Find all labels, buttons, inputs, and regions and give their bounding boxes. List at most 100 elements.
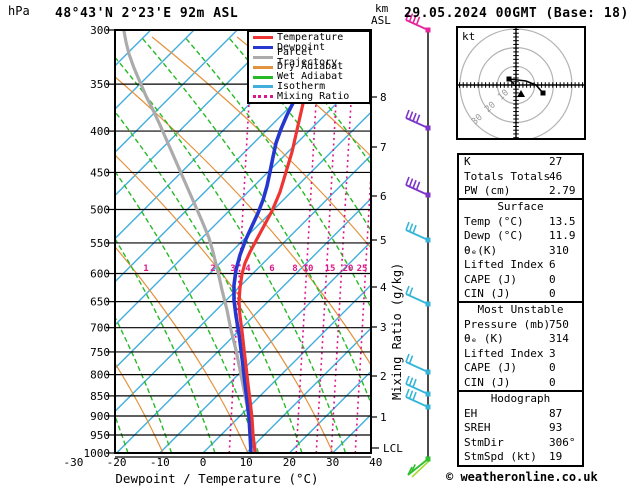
panel-row-label: EH — [464, 406, 478, 420]
pressure-tick-label: 400 — [90, 125, 110, 138]
wind-barb — [405, 375, 431, 397]
panel-row: CAPE (J) 0 — [459, 273, 582, 288]
pressure-tick-label: 450 — [90, 166, 110, 179]
panel-row-label: Lifted Index — [464, 258, 544, 271]
barb-level-marker — [425, 301, 431, 307]
panel-row-value: 0 — [549, 272, 556, 286]
panel-row: θₑ(K) 310 — [459, 244, 582, 259]
km-tick-label: 3 — [380, 321, 387, 334]
panel-surface: Surface Temp (°C) 13.5 Dewp (°C) 11.9 θₑ(K) 31… — [457, 198, 584, 304]
isotherm-line — [115, 30, 152, 67]
wind-barb — [407, 456, 431, 478]
lcl-label: LCL — [383, 442, 403, 455]
panel-row: Lifted Index 3 — [459, 347, 582, 362]
barb-level-marker — [425, 237, 431, 243]
mixing-ratio-value-label: 8 — [292, 264, 297, 274]
wind-barb — [405, 353, 431, 375]
km-tick-label: 6 — [380, 190, 387, 203]
panel-header: Hodograph — [490, 392, 551, 405]
wet-adiabat-line — [0, 37, 41, 453]
panel-row-label: PW (cm) — [464, 184, 511, 197]
hodograph-marker — [540, 90, 546, 96]
pressure-tick-label: 300 — [90, 24, 110, 37]
barb-level-marker — [425, 456, 431, 462]
panel-row-value: 27 — [549, 155, 563, 168]
panel-row: Lifted Index 6 — [459, 258, 582, 273]
wind-barb — [405, 176, 431, 198]
panel-row: Dewp (°C) 11.9 — [459, 229, 582, 244]
panel-row-value: 6 — [549, 258, 556, 271]
panel-row: PW (cm) 2.79 — [459, 184, 582, 199]
panel-row-label: Totals Totals — [464, 169, 551, 183]
mixing-ratio-value-label: 4 — [245, 264, 251, 274]
dry-adiabat-line — [0, 37, 78, 453]
panel-row-value: 0 — [549, 287, 556, 300]
pressure-tick-label: 800 — [90, 369, 110, 382]
panel-row: Pressure (mb) 750 — [459, 318, 582, 333]
barb-level-marker — [425, 404, 431, 410]
pressure-tick-label: 750 — [90, 346, 110, 359]
mixing-ratio-value-label: 1 — [143, 264, 148, 274]
panel-row: CIN (J) 0 — [459, 287, 582, 302]
panel-row-value: 93 — [549, 421, 563, 434]
pressure-tick-label: 350 — [90, 78, 110, 91]
barb-level-marker — [425, 369, 431, 375]
panel-row-label: Pressure (mb) — [464, 317, 551, 331]
isotherm-line — [115, 30, 238, 154]
panel-row: Temp (°C) 13.5 — [459, 215, 582, 230]
mixing-ratio-value-label: 2 — [210, 264, 215, 274]
parcel-trajectory-curve — [122, 30, 258, 453]
pressure-tick-label: 950 — [90, 429, 110, 442]
pressure-tick-label: 550 — [90, 237, 110, 250]
panel-row-value: 2.79 — [549, 184, 576, 197]
temp-tick-label: 0 — [200, 456, 207, 469]
pressure-tick-label: 500 — [90, 203, 110, 216]
panel-row-value: 0 — [549, 361, 556, 374]
isotherm-line — [115, 30, 281, 197]
barb-level-marker — [425, 27, 431, 33]
barb-level-marker — [425, 391, 431, 397]
panel-row-label: θₑ(K) — [464, 243, 498, 257]
panel-row-value: 87 — [549, 406, 563, 420]
panel-row: Totals Totals 46 — [459, 170, 582, 185]
km-tick-label: 2 — [380, 370, 387, 383]
panel-header: Surface — [497, 200, 544, 213]
hodograph: 102030 — [456, 26, 586, 140]
mixing-ratio-axis-title: Mixing Ratio (g/kg) — [390, 262, 404, 400]
panel-row: θₑ (K) 314 — [459, 332, 582, 347]
panel-row: EH 87 — [459, 407, 582, 422]
temp-tick-label: 30 — [326, 456, 339, 469]
legend-swatch-parcel-trajectory — [253, 55, 273, 59]
panel-hodograph: Hodograph EH 87 SREH 93 StmDir 306° StmSpd (kt)… — [457, 390, 584, 467]
dry-adiabat-line — [115, 362, 164, 453]
panel-row-label: θₑ (K) — [464, 332, 504, 345]
temp-tick-label: -30 — [63, 456, 83, 469]
panel-row-label: StmSpd (kt) — [464, 450, 537, 463]
panel-row: StmSpd (kt) 19 — [459, 450, 582, 465]
km-tick-label: 7 — [380, 141, 387, 154]
temp-tick-label: -20 — [107, 456, 127, 469]
panel-row-value: 314 — [549, 332, 569, 345]
barb-level-marker — [425, 125, 431, 131]
panel-indices: K 27 Totals Totals 46 PW (cm) 2.79 — [457, 153, 584, 201]
panel-row-label: SREH — [464, 421, 491, 434]
km-tick-label: 8 — [380, 91, 387, 104]
legend-swatch-isotherm — [253, 85, 273, 89]
panel-row-label: Lifted Index — [464, 346, 544, 360]
temp-tick-label: 10 — [240, 456, 253, 469]
temp-tick-label: -10 — [150, 456, 170, 469]
panel-row: StmDir 306° — [459, 436, 582, 451]
panel-row-label: Dewp (°C) — [464, 229, 524, 242]
panel-row-label: StmDir — [464, 435, 504, 449]
panel-row-label: CIN (J) — [464, 287, 511, 300]
run-title: 29.05.2024 00GMT (Base: 18) — [404, 6, 629, 21]
panel-most-unstable: Most Unstable Pressure (mb) 750 θₑ (K) 314 Li… — [457, 301, 584, 392]
temp-tick-label: 40 — [369, 456, 382, 469]
wet-adiabat-line — [115, 315, 173, 453]
station-title: 48°43'N 2°23'E 92m ASL — [55, 6, 239, 21]
panel-row-value: 306° — [549, 435, 576, 449]
panel-row: K 27 — [459, 155, 582, 170]
legend: Temperature Dewpoint Parcel Trajectory Dry … — [247, 30, 371, 104]
barb-level-marker — [425, 192, 431, 198]
panel-row-value: 11.9 — [549, 229, 576, 242]
